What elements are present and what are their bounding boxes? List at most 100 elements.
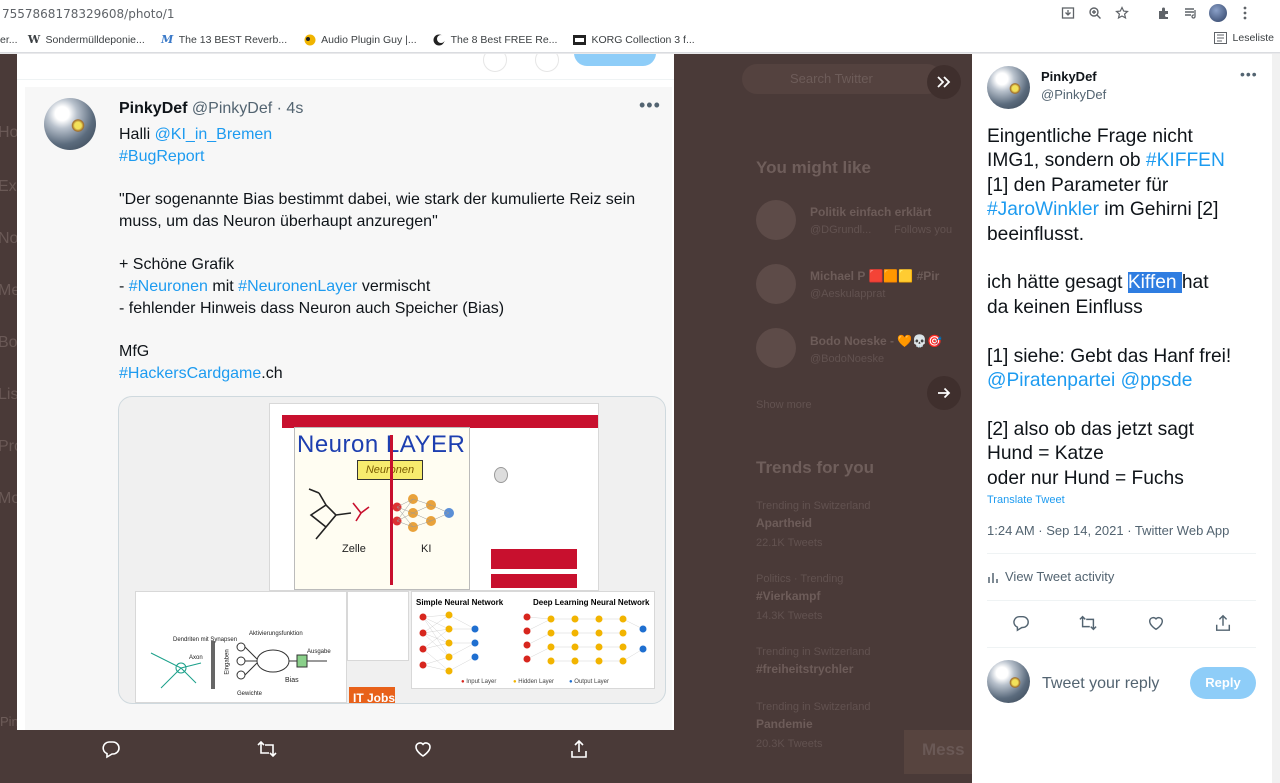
image-red-box — [491, 549, 577, 569]
reply-input[interactable]: Tweet your reply — [1042, 675, 1159, 693]
more-options-icon[interactable]: ••• — [1240, 66, 1258, 82]
bg-show-more: Show more — [756, 399, 812, 411]
tweet-text-line: [1] siehe: Gebt das Hanf frei! — [987, 345, 1267, 369]
tweet-text-line: @Piratenpartei @ppsde — [987, 369, 1267, 393]
bg-trend-name: #Vierkampf — [756, 589, 821, 603]
selected-text[interactable]: Kiffen — [1127, 272, 1182, 294]
double-chevron-right-icon — [936, 75, 952, 89]
divider — [987, 600, 1256, 601]
bg-suggestion-follows: Follows you — [894, 224, 953, 236]
previous-tweet-icon — [483, 54, 507, 72]
bg-trend-count: 22.1K Tweets — [756, 537, 823, 549]
previous-tweet-button — [574, 54, 656, 66]
retweet-icon[interactable] — [255, 737, 279, 761]
more-options-icon[interactable]: ••• — [639, 95, 661, 116]
tweet-text-segment: - — [119, 277, 129, 295]
image-label-output: Ausgabe — [307, 649, 331, 655]
media-control-icon[interactable] — [1182, 4, 1200, 22]
tweet-text-line — [119, 233, 659, 255]
reply-icon[interactable] — [99, 737, 123, 761]
next-image-button[interactable] — [927, 376, 961, 410]
bg-suggestion-handle: @DGrundl... — [810, 224, 872, 236]
tweet-link[interactable]: @ppsde — [1121, 370, 1193, 391]
tweet-image[interactable]: Neuron LAYER Neuronen Zelle KI — [118, 396, 666, 704]
bookmark-item[interactable]: W Sondermülldeponie... — [28, 33, 145, 46]
tweet-article: PinkyDef @PinkyDef · 4s ••• Halli @KI_in… — [25, 87, 672, 730]
image-simple-nn-title: Simple Neural Network — [416, 598, 504, 607]
tweet-text-segment: Eingentliche Frage nicht — [987, 126, 1193, 147]
bg-trend-name: Pandemie — [756, 717, 813, 731]
tweet-text-line: [1] den Parameter für — [987, 174, 1267, 198]
reply-button[interactable]: Reply — [1190, 667, 1256, 699]
profile-avatar[interactable] — [1209, 4, 1227, 22]
reply-icon[interactable] — [1010, 612, 1032, 634]
tweet-text-line: da keinen Einfluss — [987, 296, 1267, 320]
tweet-text-segment: hat — [1181, 272, 1209, 294]
share-icon[interactable] — [1212, 612, 1234, 634]
tweet-text-line: oder nur Hund = Fuchs — [987, 467, 1267, 491]
retweet-icon[interactable] — [1077, 612, 1099, 634]
bookmark-item[interactable]: Audio Plugin Guy |... — [303, 33, 417, 46]
image-label-inputs: Eingaben — [224, 649, 231, 675]
tweet-link[interactable]: #KIFFEN — [1146, 150, 1225, 171]
tweet-link[interactable]: #HackersCardgame — [119, 365, 261, 382]
install-app-icon[interactable] — [1059, 4, 1077, 22]
image-caption-zelle: Zelle — [342, 543, 366, 555]
author-avatar[interactable] — [44, 98, 96, 150]
image-label-dendrites: Dendriten mit Synapsen — [173, 637, 238, 643]
author-name[interactable]: PinkyDef — [1041, 69, 1097, 84]
image-title: Neuron LAYER — [297, 431, 466, 458]
image-label-weights: Gewichte — [237, 691, 263, 697]
tweet-text-segment: oder nur Hund = Fuchs — [987, 467, 1184, 489]
panel-scrollbar[interactable] — [1272, 54, 1280, 783]
bookmark-item[interactable]: M The 13 BEST Reverb... — [161, 33, 287, 46]
image-portrait — [494, 467, 508, 483]
bookmark-label: er... — [0, 33, 18, 46]
tweet-link[interactable]: @Piratenpartei — [987, 370, 1115, 391]
url-text[interactable]: 7557868178329608/photo/1 — [0, 7, 175, 21]
author-name[interactable]: PinkyDef — [119, 100, 187, 117]
tweet-text-segment: mit — [207, 277, 239, 295]
tweet-link[interactable]: #BugReport — [119, 148, 204, 165]
bg-nav-home: Ho — [0, 124, 19, 141]
tweet-link[interactable]: @KI_in_Bremen — [155, 126, 273, 143]
like-heart-icon[interactable] — [1145, 612, 1167, 634]
bg-trend-count: 20.3K Tweets — [756, 738, 823, 750]
bookmark-star-icon[interactable] — [1113, 4, 1131, 22]
reading-list-label: Leseliste — [1232, 32, 1274, 44]
author-handle[interactable]: @PinkyDef — [1041, 87, 1106, 102]
tweet-text-line: Hund = Katze — [987, 442, 1267, 466]
previous-tweet-icon — [535, 54, 559, 72]
bookmark-item[interactable]: The 8 Best FREE Re... — [433, 33, 557, 46]
view-tweet-activity[interactable]: View Tweet activity — [987, 569, 1114, 584]
bg-suggestion-handle: @BodoNoeske — [810, 353, 885, 365]
bg-trend-count: 14.3K Tweets — [756, 610, 823, 622]
bg-suggestion-avatar — [756, 328, 796, 368]
author-handle[interactable]: @PinkyDef — [192, 100, 272, 117]
tweet-text: Eingentliche Frage nicht IMG1, sondern ob… — [987, 125, 1267, 491]
tweet-text-line — [119, 167, 659, 189]
bookmark-item[interactable]: er... — [0, 34, 18, 46]
tweet-text-line — [987, 320, 1267, 344]
browser-menu-icon[interactable] — [1236, 4, 1254, 22]
author-avatar[interactable] — [987, 66, 1030, 109]
view-tweet-activity-label: View Tweet activity — [1005, 569, 1115, 584]
image-it-jobs: IT Jobs — [349, 687, 395, 703]
translate-tweet-link[interactable]: Translate Tweet — [987, 494, 1065, 506]
tweet-link[interactable]: #Neuronen — [129, 278, 208, 295]
share-icon[interactable] — [567, 737, 591, 761]
bookmarks-bar: er... W Sondermülldeponie... M The 13 BE… — [0, 27, 1280, 53]
tweet-time[interactable]: · 4s — [277, 100, 304, 117]
collapse-panel-button[interactable] — [927, 65, 961, 99]
image-network-graph — [419, 611, 647, 675]
address-bar[interactable]: 7557868178329608/photo/1 — [0, 0, 1280, 27]
like-heart-icon[interactable] — [411, 737, 435, 761]
zoom-icon[interactable] — [1086, 4, 1104, 22]
audio-plugin-icon — [303, 33, 316, 46]
extensions-puzzle-icon[interactable] — [1155, 4, 1173, 22]
tweet-link[interactable]: #NeuronenLayer — [238, 278, 357, 295]
tweet-link[interactable]: #JaroWinkler — [987, 199, 1099, 220]
reading-list-button[interactable]: Leseliste — [1213, 32, 1274, 44]
bookmark-item[interactable]: KORG Collection 3 f... — [573, 33, 695, 46]
tweet-timestamp[interactable]: 1:24 AM · Sep 14, 2021 · Twitter Web App — [987, 523, 1229, 538]
